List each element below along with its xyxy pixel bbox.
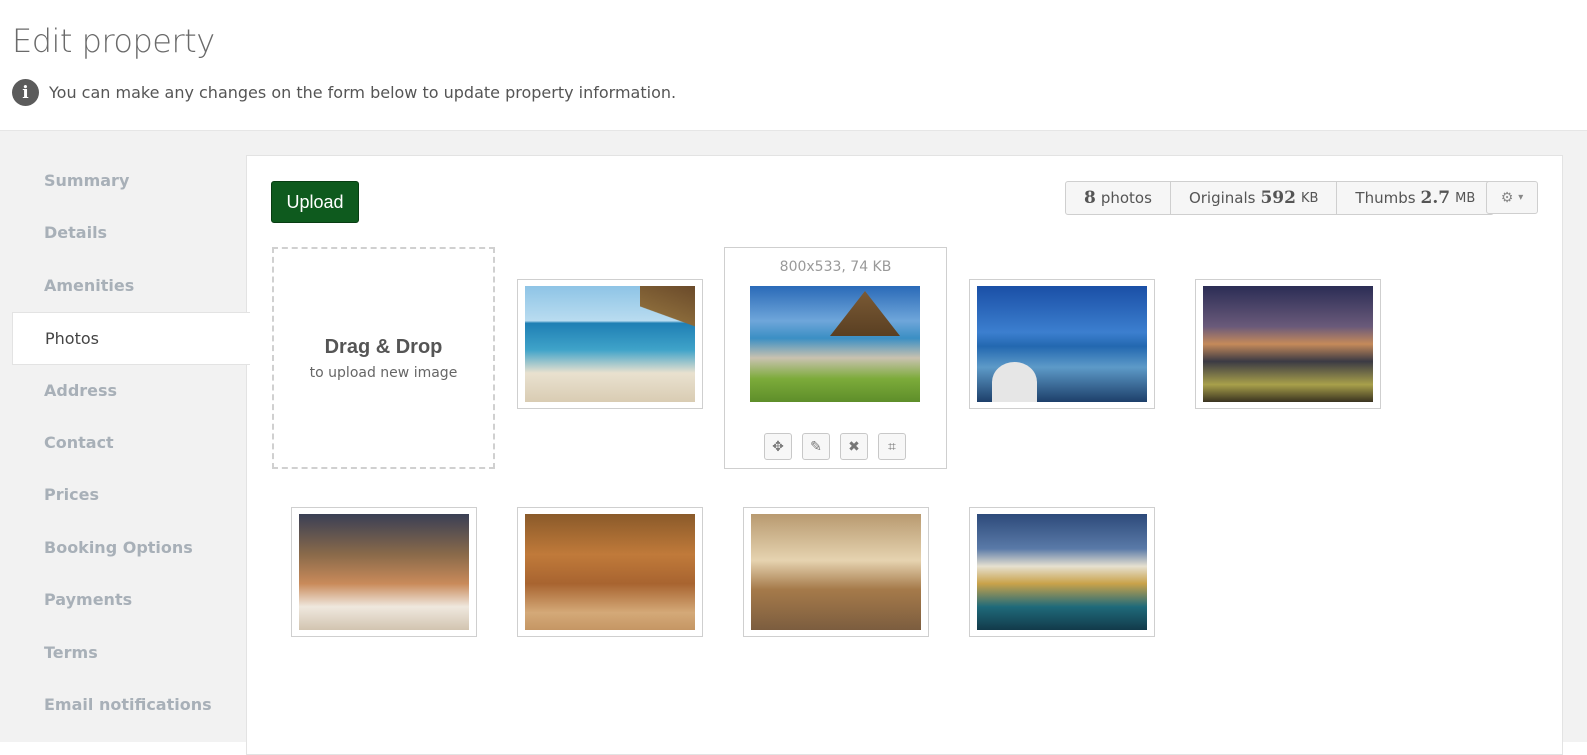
sidebar-item-amenities[interactable]: Amenities xyxy=(12,260,248,312)
sidebar-item-photos[interactable]: Photos xyxy=(12,312,250,365)
page-header: Edit property i You can make any changes… xyxy=(0,0,1587,131)
sidebar-item-payments[interactable]: Payments xyxy=(12,574,248,626)
photo-thumbnail[interactable] xyxy=(517,507,703,637)
photo-image xyxy=(525,286,695,402)
edit-icon[interactable]: ✎ xyxy=(802,433,830,460)
photo-thumbnail[interactable] xyxy=(517,279,703,409)
photo-thumbnail[interactable] xyxy=(969,507,1155,637)
originals-stat: Originals 592 KB xyxy=(1171,182,1338,214)
thumbs-label: Thumbs xyxy=(1355,189,1416,207)
photos-count: 8 xyxy=(1084,188,1096,208)
settings-dropdown-button[interactable]: ⚙ ▾ xyxy=(1486,181,1538,214)
photo-image xyxy=(751,514,921,630)
photo-image xyxy=(299,514,469,630)
sidebar-item-summary[interactable]: Summary xyxy=(12,155,248,207)
photo-image xyxy=(750,286,920,402)
sidebar-item-contact[interactable]: Contact xyxy=(12,417,248,469)
photo-thumbnail[interactable] xyxy=(1195,279,1381,409)
sidebar-item-details[interactable]: Details xyxy=(12,207,248,259)
thumbs-stat: Thumbs 2.7 MB xyxy=(1337,182,1493,214)
photo-thumbnail[interactable] xyxy=(743,507,929,637)
photo-thumbnail-hovered[interactable]: 800x533, 74 KB ✥ ✎ ✖ ⌗ xyxy=(724,247,947,469)
info-icon: i xyxy=(12,79,39,106)
photos-label: photos xyxy=(1100,189,1152,207)
sidebar-item-prices[interactable]: Prices xyxy=(12,469,248,521)
gear-icon: ⚙ xyxy=(1500,189,1514,205)
sidebar-item-email-notifications[interactable]: Email notifications xyxy=(12,679,248,731)
photo-meta: 800x533, 74 KB xyxy=(779,259,892,275)
info-text: You can make any changes on the form bel… xyxy=(49,83,677,102)
crop-icon[interactable]: ⌗ xyxy=(878,433,906,460)
photos-count-stat: 8 photos xyxy=(1066,182,1171,214)
photo-thumbnail[interactable] xyxy=(969,279,1155,409)
photo-image xyxy=(1203,286,1373,402)
originals-unit: KB xyxy=(1300,190,1319,206)
originals-label: Originals xyxy=(1188,189,1256,207)
chevron-down-icon: ▾ xyxy=(1518,192,1524,203)
page-title: Edit property xyxy=(12,22,215,60)
sidebar-nav: Summary Details Amenities Photos Address… xyxy=(12,155,250,731)
sidebar-item-address[interactable]: Address xyxy=(12,365,248,417)
originals-size: 592 xyxy=(1260,188,1296,208)
content-area: Summary Details Amenities Photos Address… xyxy=(0,131,1587,755)
sidebar-item-booking-options[interactable]: Booking Options xyxy=(12,522,248,574)
dropzone-subtitle: to upload new image xyxy=(309,364,458,381)
photo-image xyxy=(525,514,695,630)
photo-stats: 8 photos Originals 592 KB Thumbs 2.7 MB xyxy=(1065,181,1495,215)
photos-panel: Upload 8 photos Originals 592 KB Thumbs … xyxy=(246,155,1563,755)
drag-drop-zone[interactable]: Drag & Drop to upload new image xyxy=(272,247,495,469)
info-row: i You can make any changes on the form b… xyxy=(12,79,676,106)
photo-image xyxy=(977,514,1147,630)
dropzone-title: Drag & Drop xyxy=(324,335,443,358)
delete-icon[interactable]: ✖ xyxy=(840,433,868,460)
move-icon[interactable]: ✥ xyxy=(764,433,792,460)
thumbs-unit: MB xyxy=(1455,190,1476,206)
photo-image xyxy=(977,286,1147,402)
upload-button[interactable]: Upload xyxy=(271,181,359,223)
sidebar-item-terms[interactable]: Terms xyxy=(12,627,248,679)
photo-tools: ✥ ✎ ✖ ⌗ xyxy=(764,433,906,460)
thumbs-size: 2.7 xyxy=(1420,188,1451,208)
photo-thumbnail[interactable] xyxy=(291,507,477,637)
